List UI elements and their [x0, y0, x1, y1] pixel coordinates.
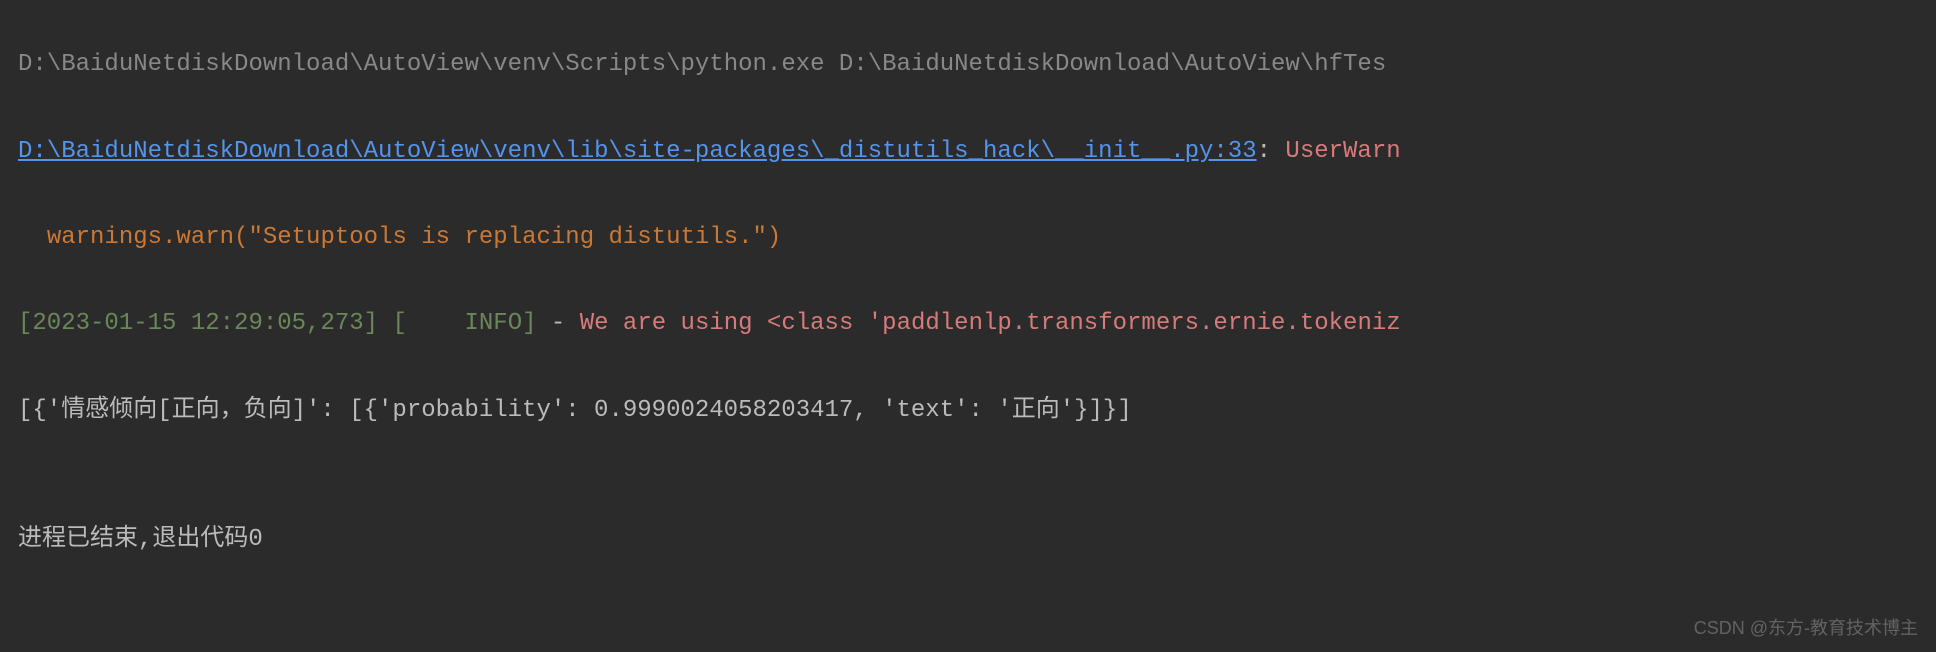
log-timestamp-text: [2023-01-15 12:29:05,273] [18, 310, 392, 337]
log-message-text: We are using <class 'paddlenlp.transform… [580, 310, 1401, 337]
warning-type-text: UserWarn [1285, 138, 1400, 165]
file-path-link[interactable]: D:\BaiduNetdiskDownload\AutoView\venv\li… [18, 138, 1257, 165]
terminal-output[interactable]: D:\BaiduNetdiskDownload\AutoView\venv\Sc… [0, 0, 1936, 605]
csdn-watermark: CSDN @东方-教育技术博主 [1694, 612, 1918, 644]
result-output-text: [{'情感倾向[正向，负向]': [{'probability': 0.9990… [18, 397, 1132, 424]
interpreter-path-partial: D:\BaiduNetdiskDownload\AutoView\venv\Sc… [18, 51, 1386, 78]
process-exit-text: 进程已结束,退出代码0 [18, 526, 263, 553]
log-level-text: [ INFO] [392, 310, 536, 337]
indent-text [18, 224, 47, 251]
warning-message-text: warnings.warn("Setuptools is replacing d… [47, 224, 782, 251]
separator-text: : [1257, 138, 1286, 165]
dash-separator-text: - [537, 310, 580, 337]
